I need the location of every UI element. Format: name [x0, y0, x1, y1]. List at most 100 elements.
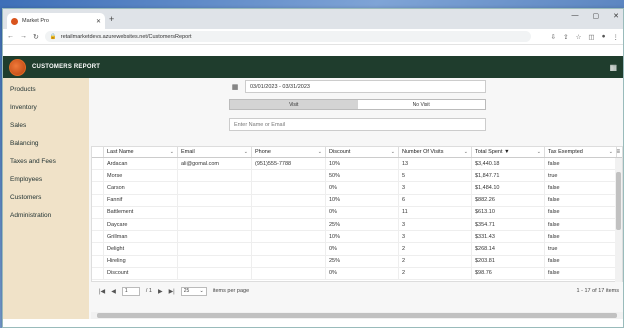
table-row[interactable]: Delight 0% 2 $268.14 true: [92, 243, 622, 256]
table-row[interactable]: Battlement 0% 11 $613.10 false: [92, 206, 622, 219]
column-menu-icon[interactable]: ⌄: [537, 149, 541, 155]
vertical-scrollbar[interactable]: [615, 158, 622, 282]
app-logo[interactable]: [9, 58, 26, 76]
sidebar-item-employees[interactable]: Employees: [3, 170, 89, 188]
cell-number-of-visits: 5: [399, 170, 472, 182]
sidebar-item-balancing[interactable]: Balancing: [3, 134, 89, 152]
sidebar-item-inventory[interactable]: Inventory: [3, 98, 89, 116]
visit-toggle-option[interactable]: Visit: [230, 100, 358, 109]
row-selector[interactable]: [92, 267, 104, 279]
sidebar-item-taxes-and-fees[interactable]: Taxes and Fees: [3, 152, 89, 170]
row-selector[interactable]: [92, 182, 104, 194]
row-selector[interactable]: [92, 218, 104, 231]
cell-email: [178, 243, 252, 255]
browser-window: Market Pro ✕ + — ▢ ✕ ← → ↻ 🔒 retailmarke…: [2, 8, 624, 328]
column-header-email[interactable]: Email ⌄: [178, 147, 252, 157]
cell-email: [178, 218, 252, 231]
maximize-icon[interactable]: ▢: [593, 12, 600, 20]
scrollbar-thumb[interactable]: [616, 172, 621, 230]
cell-email: [178, 206, 252, 218]
row-selector[interactable]: [92, 206, 104, 218]
column-header-phone[interactable]: Phone ⌄: [252, 147, 326, 157]
first-page-icon[interactable]: |◀: [99, 288, 105, 295]
search-input[interactable]: Enter Name or Email: [229, 118, 486, 131]
row-selector[interactable]: [92, 170, 104, 182]
date-range-row: ▦ 03/01/2023 - 03/31/2023: [229, 80, 486, 93]
cell-email: [178, 170, 252, 182]
page-size-select[interactable]: 25 ⌄: [180, 286, 207, 296]
sidebar-item-customers[interactable]: Customers: [3, 188, 89, 206]
cell-discount: 0%: [326, 267, 399, 279]
sidebar-item-administration[interactable]: Administration: [3, 206, 89, 224]
sidebar-item-products[interactable]: Products: [3, 80, 89, 98]
column-header-number-of-visits[interactable]: Number Of Visits ⌄: [399, 147, 472, 157]
browser-tab[interactable]: Market Pro ✕: [7, 13, 105, 29]
cell-phone: [252, 194, 326, 206]
cell-last-name: Carson: [104, 182, 178, 194]
date-range-input[interactable]: 03/01/2023 - 03/31/2023: [245, 80, 486, 93]
column-menu-icon[interactable]: ⌄: [318, 149, 322, 155]
cell-tax-exempted: false: [545, 182, 617, 194]
column-chooser-icon[interactable]: ≡: [616, 149, 620, 155]
cell-email: [178, 267, 252, 279]
table-row[interactable]: Hireling 25% 2 $203.81 false: [92, 255, 622, 268]
column-menu-icon[interactable]: ⌄: [609, 149, 613, 155]
close-window-icon[interactable]: ✕: [613, 12, 619, 20]
column-menu-icon[interactable]: ⌄: [170, 149, 174, 155]
table-row[interactable]: Ardacan ali@gomal.com (951)555-7788 10% 13 $3…: [92, 158, 622, 171]
table-row[interactable]: Fannif 10% 6 $882.26 false: [92, 194, 622, 207]
reload-icon[interactable]: ↻: [33, 33, 39, 41]
star-icon[interactable]: ☆: [576, 33, 582, 41]
column-menu-icon[interactable]: ⌄: [244, 149, 248, 155]
table-row[interactable]: Discount 0% 2 $98.76 false: [92, 267, 622, 280]
profile-icon[interactable]: ●: [602, 33, 606, 41]
new-tab-button[interactable]: +: [109, 14, 114, 24]
kebab-menu-icon[interactable]: ⋮: [613, 33, 620, 41]
back-icon[interactable]: ←: [7, 33, 14, 40]
row-selector[interactable]: [92, 255, 104, 267]
row-selector[interactable]: [92, 231, 104, 243]
last-page-icon[interactable]: ▶|: [169, 288, 175, 295]
cell-number-of-visits: 2: [399, 267, 472, 279]
row-selector[interactable]: [92, 194, 104, 206]
minimize-icon[interactable]: —: [572, 12, 579, 20]
column-menu-icon[interactable]: ⌄: [464, 149, 468, 155]
share-icon[interactable]: ⇪: [563, 33, 568, 41]
app-header: CUSTOMERS REPORT ▦: [3, 56, 623, 78]
table-row[interactable]: Daycare 25% 3 $354.71 false: [92, 218, 622, 232]
header-spacer: [92, 147, 104, 157]
sidebar-toggle-icon[interactable]: ◫: [588, 33, 594, 41]
url-text: retailmarketdevs.azurewebsites.net/Custo…: [60, 33, 192, 40]
apps-grid-icon[interactable]: ▦: [609, 63, 617, 72]
url-field[interactable]: 🔒 retailmarketdevs.azurewebsites.net/Cus…: [44, 31, 531, 42]
scrollbar-thumb[interactable]: [97, 313, 617, 318]
column-menu-icon[interactable]: ⌄: [391, 149, 395, 155]
content-panel: ▦ 03/01/2023 - 03/31/2023 Visit No Visit…: [89, 78, 623, 319]
window-controls: — ▢ ✕: [572, 12, 620, 20]
column-header-last-name[interactable]: Last Name ⌄: [104, 147, 178, 157]
table-row[interactable]: Carson 0% 3 $1,484.10 false: [92, 182, 622, 195]
column-header-tax-exempted[interactable]: Tax Exempted ⌄: [545, 147, 617, 157]
cell-phone: [252, 243, 326, 255]
sidebar-item-sales[interactable]: Sales: [3, 116, 89, 134]
no-visit-toggle-option[interactable]: No Visit: [357, 100, 485, 109]
horizontal-scrollbar[interactable]: [91, 312, 623, 319]
cell-discount: 10%: [326, 194, 399, 206]
table-row[interactable]: Grillman 10% 3 $331.43 false: [92, 231, 622, 244]
install-icon[interactable]: ⇩: [551, 33, 556, 41]
table-row[interactable]: Morse 50% 5 $1,847.71 true: [92, 170, 622, 183]
tab-close-icon[interactable]: ✕: [96, 18, 101, 25]
row-selector[interactable]: [92, 158, 104, 170]
cell-discount: 10%: [326, 231, 399, 243]
column-header-total-spent[interactable]: Total Spent ▼ ⌄: [472, 147, 545, 157]
column-header-discount[interactable]: Discount ⌄: [326, 147, 399, 157]
forward-icon[interactable]: →: [20, 33, 27, 40]
cell-tax-exempted: true: [545, 170, 617, 182]
next-page-icon[interactable]: ▶: [158, 288, 163, 295]
prev-page-icon[interactable]: ◀: [111, 288, 116, 295]
page-number-input[interactable]: 1: [121, 286, 140, 296]
calendar-icon[interactable]: ▦: [229, 80, 241, 93]
cell-total-spent: $1,484.10: [472, 182, 545, 194]
row-selector[interactable]: [92, 243, 104, 255]
cell-discount: 0%: [326, 182, 399, 194]
